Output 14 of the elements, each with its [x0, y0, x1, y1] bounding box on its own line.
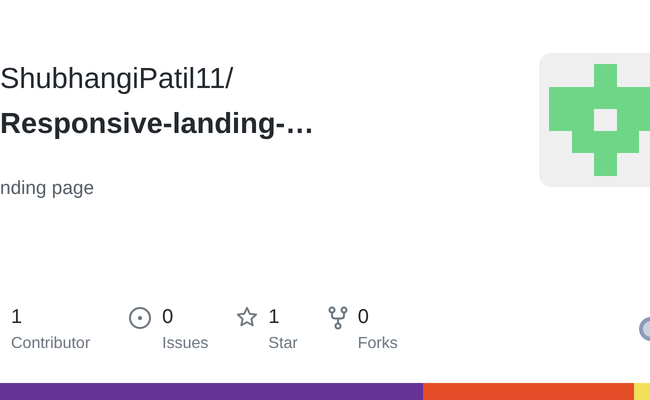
- stat-label: Contributor: [11, 334, 90, 354]
- stat-count: 1: [11, 305, 22, 330]
- stat-count: 0: [162, 305, 174, 330]
- stat-label: Forks: [358, 334, 398, 354]
- stat-label: Star: [268, 334, 298, 354]
- stat-label: Issues: [162, 334, 208, 354]
- stat-count: 1: [268, 305, 280, 330]
- repo-name: Responsive-landing-…: [0, 107, 314, 142]
- stat-count: 0: [358, 305, 369, 330]
- repo-description: nding page: [0, 177, 94, 201]
- fork-icon: [328, 306, 348, 330]
- star-icon: [236, 306, 258, 328]
- issue-icon: [128, 306, 152, 330]
- repo-owner: ShubhangiPatil11/: [0, 62, 234, 97]
